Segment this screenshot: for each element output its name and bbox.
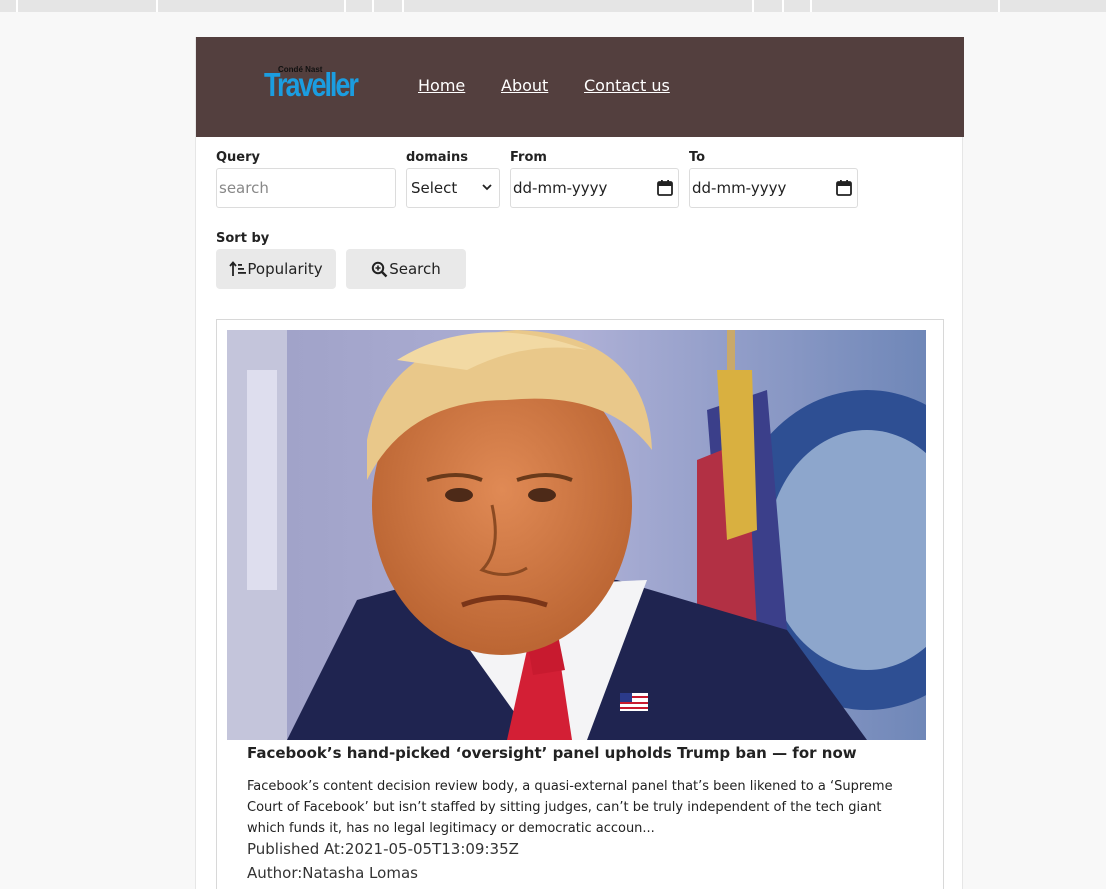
from-date-input[interactable]: dd-mm-yyyy xyxy=(510,168,679,208)
to-label: To xyxy=(689,150,706,165)
strip-divider xyxy=(372,0,374,12)
nav-home-link[interactable]: Home xyxy=(418,76,465,95)
search-button-label: Search xyxy=(389,260,441,278)
logo-text: Traveller xyxy=(264,66,359,103)
sort-popularity-label: Popularity xyxy=(247,260,323,278)
domains-label: domains xyxy=(406,150,469,165)
to-date-input[interactable]: dd-mm-yyyy xyxy=(689,168,858,208)
article-image xyxy=(227,330,926,740)
article-published-at: Published At:2021-05-05T13:09:35Z xyxy=(247,840,519,858)
strip-divider xyxy=(782,0,784,12)
sort-ascending-icon xyxy=(229,261,247,276)
query-input[interactable]: search xyxy=(216,168,396,208)
search-button[interactable]: Search xyxy=(346,249,466,289)
calendar-icon[interactable] xyxy=(656,179,674,197)
to-date-value: dd-mm-yyyy xyxy=(692,179,787,197)
site-logo[interactable]: Condé Nast Traveller xyxy=(264,65,359,103)
browser-top-strip xyxy=(0,0,1106,12)
nav-about-link[interactable]: About xyxy=(501,76,548,95)
strip-divider xyxy=(402,0,404,12)
from-date-value: dd-mm-yyyy xyxy=(513,179,608,197)
domains-selected-value: Select xyxy=(411,179,458,197)
domains-select[interactable]: Select xyxy=(406,168,500,208)
nav-contact-link[interactable]: Contact us xyxy=(584,76,670,95)
strip-divider xyxy=(998,0,1000,12)
article-author: Author:Natasha Lomas xyxy=(247,864,418,882)
sort-popularity-button[interactable]: Popularity xyxy=(216,249,336,289)
calendar-icon[interactable] xyxy=(835,179,853,197)
page-container: Condé Nast Traveller Home About Contact … xyxy=(195,37,964,889)
sort-label: Sort by xyxy=(216,231,270,246)
site-header: Condé Nast Traveller Home About Contact … xyxy=(196,37,964,137)
strip-divider xyxy=(16,0,18,12)
article-title[interactable]: Facebook’s hand-picked ‘oversight’ panel… xyxy=(247,744,857,762)
zoom-search-icon xyxy=(372,261,388,277)
strip-divider xyxy=(156,0,158,12)
strip-divider xyxy=(344,0,346,12)
article-description: Facebook’s content decision review body,… xyxy=(247,779,893,836)
strip-divider xyxy=(810,0,812,12)
query-label: Query xyxy=(216,150,261,165)
strip-divider xyxy=(752,0,754,12)
from-label: From xyxy=(510,150,547,165)
chevron-down-icon xyxy=(482,184,492,191)
article-card[interactable]: Facebook’s hand-picked ‘oversight’ panel… xyxy=(216,319,944,889)
